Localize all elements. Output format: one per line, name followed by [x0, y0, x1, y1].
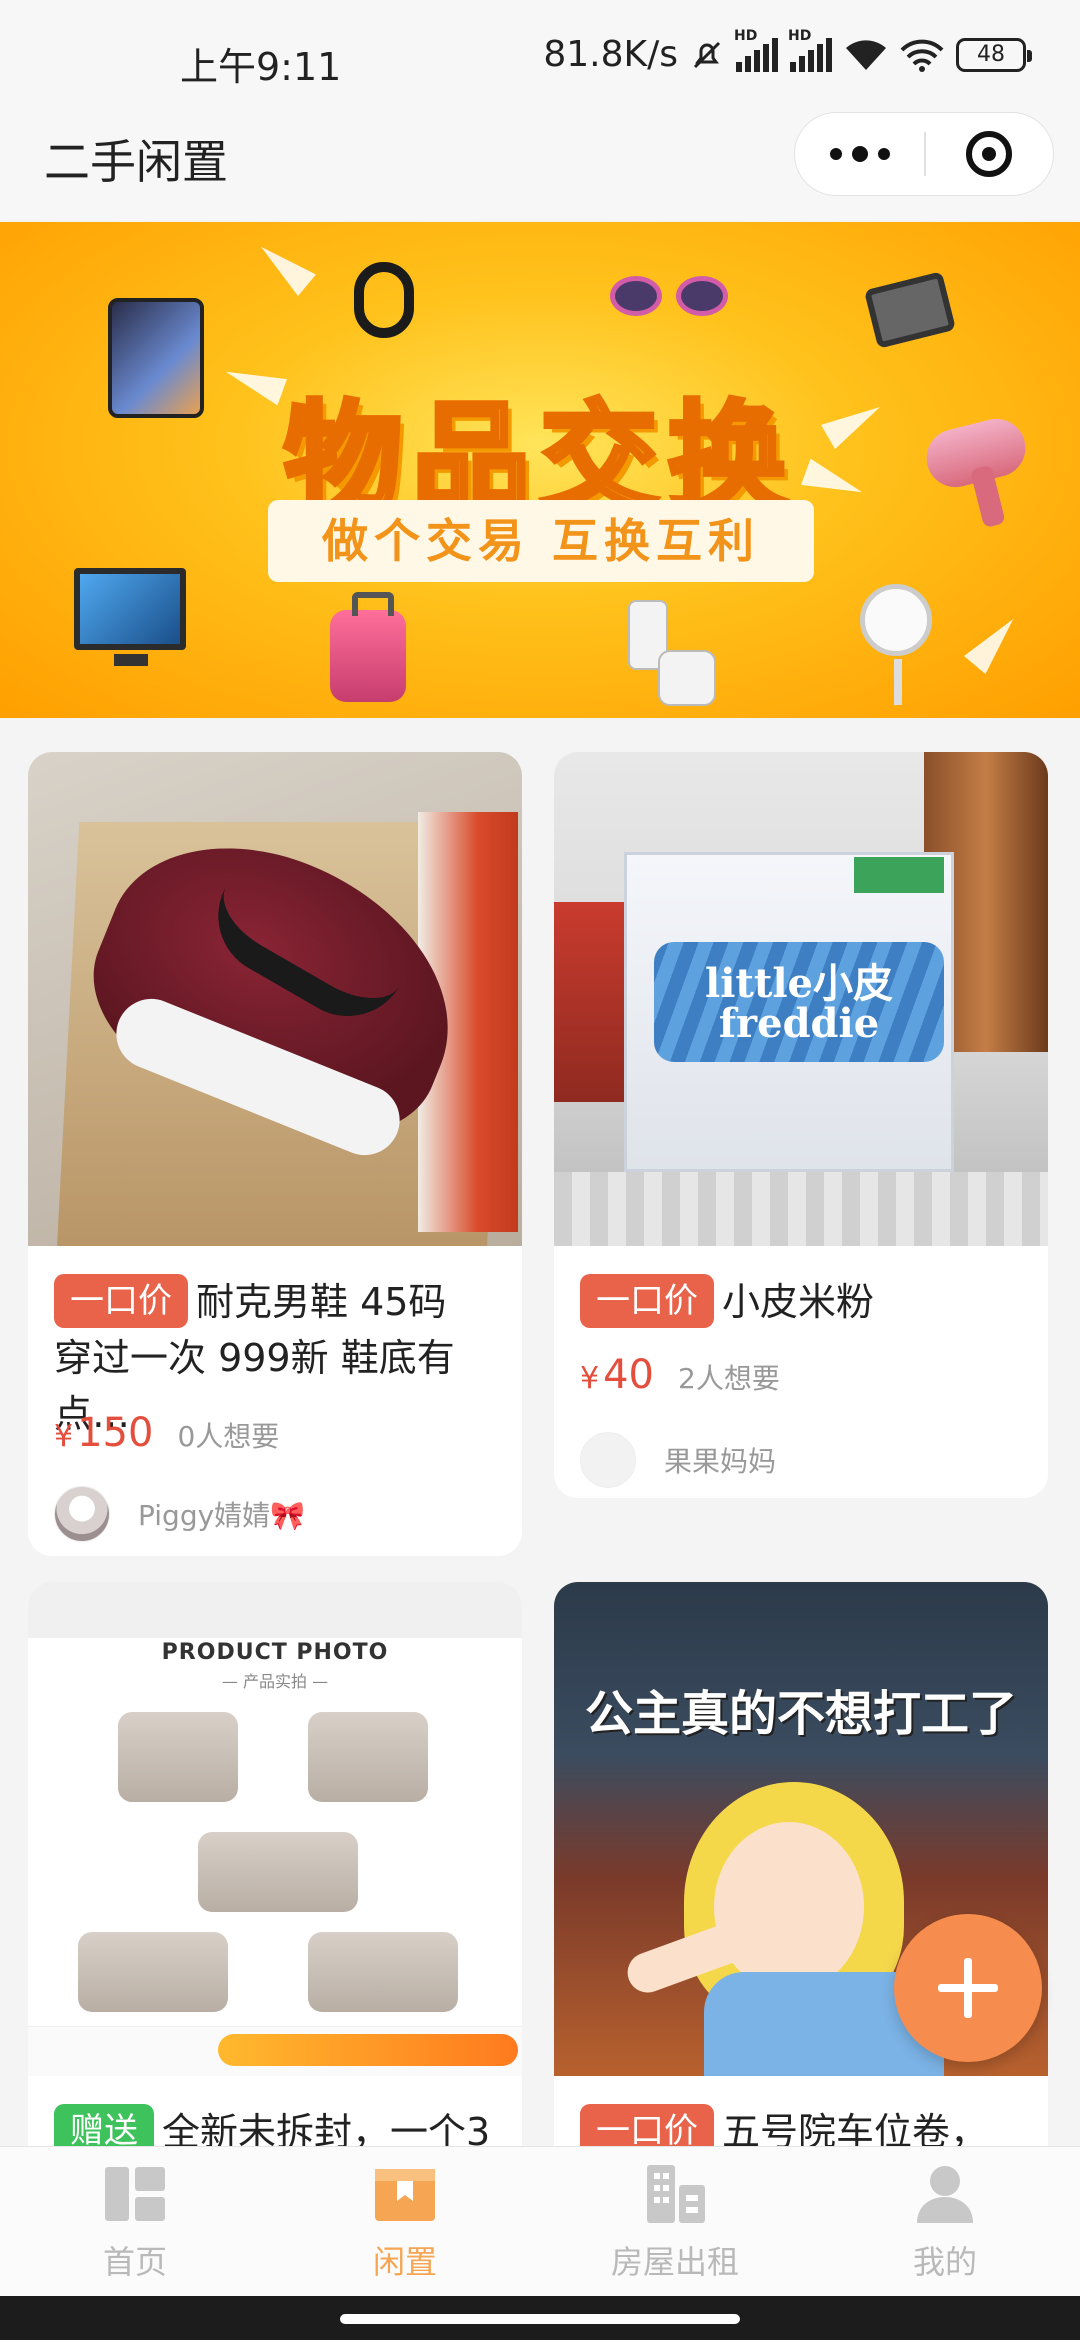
hd-signal-icon: HD — [734, 28, 778, 72]
listing-tag: 一口价 — [580, 1274, 714, 1328]
seller-name: 果果妈妈 — [664, 1445, 777, 1478]
add-listing-button[interactable] — [894, 1914, 1042, 2062]
listing-image — [28, 752, 522, 1246]
seller-row[interactable]: Piggy婧婧🎀 — [54, 1486, 305, 1542]
avatar — [580, 1432, 636, 1488]
tab-mine[interactable]: 我的 — [810, 2147, 1080, 2297]
product-brand-text: little小皮 freddie — [705, 960, 893, 1047]
price-row: ¥150 0人想要 — [54, 1410, 279, 1456]
hd-signal-icon: HD — [788, 28, 832, 72]
box-icon — [375, 2169, 435, 2221]
tab-bar: 首页 闲置 房屋出租 我的 — [0, 2146, 1080, 2296]
avatar — [54, 1486, 110, 1542]
listing-image: PRODUCT PHOTO — 产品实拍 — — [28, 1582, 522, 2076]
more-dots-icon[interactable] — [795, 112, 924, 196]
home-indicator[interactable] — [340, 2314, 740, 2324]
suitcase-illustration — [330, 592, 406, 702]
wifi-icon — [846, 39, 886, 70]
listing-tag: 一口价 — [54, 1274, 188, 1328]
tab-idle[interactable]: 闲置 — [270, 2147, 540, 2297]
battery-icon: 48 — [956, 37, 1032, 72]
listing-card[interactable]: 一口价 耐克男鞋 45码 穿过一次 999新 鞋底有点… ¥150 0人想要 Pig… — [28, 752, 522, 1556]
listing-title-block: 一口价 小皮米粉 — [580, 1274, 1022, 1330]
user-icon — [917, 2166, 973, 2223]
seller-name: Piggy婧婧🎀 — [138, 1499, 306, 1532]
sunglasses-illustration — [610, 268, 740, 318]
price-row: ¥40 2人想要 — [580, 1352, 780, 1398]
monitor-illustration — [74, 568, 186, 666]
tab-label: 首页 — [102, 2243, 167, 2281]
banner-subtitle: 做个交易 互换互利 — [268, 500, 814, 582]
gesture-bar — [0, 2296, 1080, 2340]
fan-illustration — [860, 584, 932, 705]
image-header-text: PRODUCT PHOTO — [161, 1640, 389, 1665]
nav-bar: 二手闲置 — [0, 100, 1080, 220]
listing-price: 40 — [603, 1352, 654, 1398]
phone-illustration — [108, 298, 204, 418]
page-title: 二手闲置 — [44, 135, 228, 189]
seller-row[interactable]: 果果妈妈 — [580, 1432, 776, 1488]
currency-symbol: ¥ — [54, 1419, 74, 1454]
listing-card[interactable]: 公主真的不想打工了 一口价五号院车位卷，可 — [554, 1582, 1048, 2182]
watch-illustration — [354, 262, 414, 338]
listing-card[interactable]: little小皮 freddie 一口价 小皮米粉 ¥40 2人想要 果果妈妈 — [554, 752, 1048, 1498]
meme-text: 公主真的不想打工了 — [584, 1686, 1017, 1742]
tab-label: 闲置 — [372, 2243, 437, 2281]
building-icon — [647, 2165, 705, 2223]
currency-symbol: ¥ — [580, 1361, 600, 1396]
close-target-icon[interactable] — [926, 112, 1053, 196]
home-grid-icon — [105, 2167, 165, 2221]
decor-ray — [252, 235, 316, 297]
listing-price: 150 — [77, 1410, 154, 1456]
listing-card[interactable]: PRODUCT PHOTO — 产品实拍 — 赠送 全新未拆封，一个3 — [28, 1582, 522, 2182]
image-subheader-text: — 产品实拍 — — [221, 1672, 329, 1691]
tab-home[interactable]: 首页 — [0, 2147, 270, 2297]
network-speed: 81.8K/s — [543, 34, 678, 75]
battery-level: 48 — [977, 42, 1005, 67]
status-time: 上午9:11 — [180, 45, 342, 89]
decor-ray — [963, 610, 1025, 674]
mini-program-capsule — [794, 112, 1054, 196]
listing-image: little小皮 freddie — [554, 752, 1048, 1246]
blender-illustration — [618, 600, 716, 706]
want-count: 2人想要 — [678, 1362, 780, 1395]
tab-label: 我的 — [912, 2243, 977, 2281]
app-screen: 上午9:11 81.8K/s HD HD 48 二手闲置 物品交换 做个交易 互… — [0, 0, 1080, 2340]
mute-bell-icon — [693, 41, 721, 68]
want-count: 0人想要 — [177, 1420, 280, 1453]
tab-label: 房屋出租 — [610, 2243, 739, 2281]
listing-title: 小皮米粉 — [722, 1280, 875, 1324]
status-icons: 81.8K/s HD HD 48 — [543, 28, 1032, 75]
wifi-icon — [900, 39, 944, 72]
tab-rent[interactable]: 房屋出租 — [540, 2147, 810, 2297]
